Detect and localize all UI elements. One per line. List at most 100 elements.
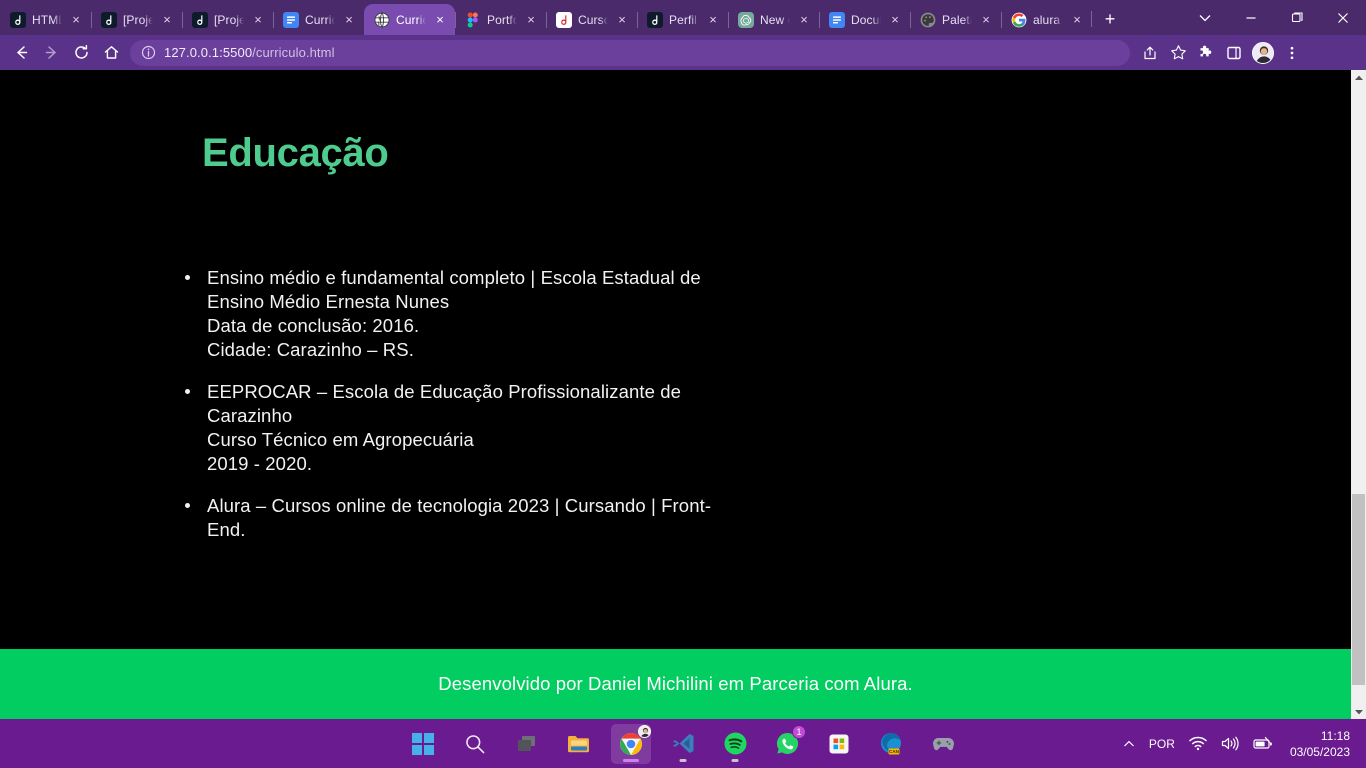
maximize-button[interactable] (1274, 0, 1320, 35)
alura-icon (10, 11, 26, 28)
clock-time: 11:18 (1320, 728, 1350, 743)
education-item-text: Ensino médio e fundamental completo | Es… (207, 267, 701, 360)
wifi-button[interactable] (1182, 719, 1214, 768)
tab-close-button[interactable]: × (978, 12, 994, 28)
browser-tab[interactable]: Perfil × (637, 4, 728, 35)
address-bar-text: 127.0.0.1:5500/curriculo.html (164, 45, 335, 60)
browser-tab[interactable]: [Projeto] × (182, 4, 273, 35)
tray-overflow-button[interactable] (1116, 719, 1142, 768)
folder-icon (568, 735, 589, 752)
start-button[interactable] (403, 724, 443, 764)
tab-close-button[interactable]: × (705, 12, 721, 28)
tab-close-button[interactable]: × (341, 12, 357, 28)
page-scrollbar[interactable] (1351, 70, 1366, 719)
google-docs-icon (283, 11, 299, 28)
clock[interactable]: 11:18 03/05/2023 (1280, 719, 1358, 768)
back-button[interactable] (6, 38, 36, 68)
edge-canary-button[interactable]: CAN (871, 724, 911, 764)
site-info-icon[interactable] (140, 45, 156, 61)
forward-button[interactable] (36, 38, 66, 68)
tab-close-button[interactable]: × (887, 12, 903, 28)
footer-text: Desenvolvido por Daniel Michilini em Par… (438, 673, 913, 694)
edge-canary-icon: CAN (881, 732, 901, 754)
browser-toolbar: 127.0.0.1:5500/curriculo.html (0, 35, 1366, 70)
windows-icon (412, 732, 434, 755)
minimize-button[interactable] (1228, 0, 1274, 35)
tab-close-button[interactable]: × (432, 12, 448, 28)
education-list-item: Ensino médio e fundamental completo | Es… (182, 266, 742, 362)
browser-tab[interactable]: Curriculo × (364, 4, 455, 35)
side-panel-button[interactable] (1220, 39, 1248, 67)
vscode-button[interactable] (663, 724, 703, 764)
chrome-button[interactable] (611, 723, 651, 764)
globe-icon (374, 12, 390, 27)
store-icon (829, 734, 849, 753)
whatsapp-badge: 1 (792, 724, 806, 739)
browser-tab[interactable]: HTML × (0, 4, 91, 35)
tab-close-button[interactable]: × (159, 12, 175, 28)
browser-tab[interactable]: alura × (1001, 4, 1092, 35)
scroll-up-button[interactable] (1351, 70, 1366, 85)
reload-button[interactable] (66, 38, 96, 68)
spotify-running-indicator (731, 758, 739, 762)
profile-avatar[interactable] (1252, 41, 1274, 64)
forward-arrow-icon (45, 46, 56, 59)
browser-tab[interactable]: Paleta × (910, 4, 1001, 35)
url-path: /curriculo.html (252, 45, 335, 60)
home-button[interactable] (96, 38, 126, 68)
browser-tab[interactable]: [Projeto] × (91, 4, 182, 35)
figma-icon (465, 12, 481, 28)
tab-divider (273, 12, 274, 28)
tab-close-button[interactable]: × (523, 12, 539, 28)
close-window-button[interactable] (1320, 0, 1366, 35)
scrollbar-thumb[interactable] (1352, 493, 1365, 686)
microsoft-store-button[interactable] (819, 724, 859, 764)
tab-close-button[interactable]: × (1069, 12, 1085, 28)
battery-icon (1253, 736, 1272, 749)
scrollbar-track[interactable] (1351, 85, 1366, 704)
info-circle-icon (141, 45, 155, 60)
task-view-button[interactable] (507, 724, 547, 764)
browser-tab[interactable]: Documento × (819, 4, 910, 35)
extensions-button[interactable] (1192, 39, 1220, 67)
tab-close-button[interactable]: × (614, 12, 630, 28)
whatsapp-button[interactable]: 1 (767, 724, 807, 764)
language-indicator[interactable]: POR (1142, 719, 1182, 768)
share-icon (1144, 46, 1156, 59)
alura-icon (10, 11, 26, 28)
tab-title: Paleta (942, 12, 972, 27)
file-explorer-button[interactable] (559, 724, 599, 764)
battery-button[interactable] (1246, 719, 1280, 768)
search-button[interactable] (455, 724, 495, 764)
window-controls (1182, 0, 1366, 35)
volume-button[interactable] (1214, 719, 1246, 768)
tab-close-button[interactable]: × (796, 12, 812, 28)
scroll-down-button[interactable] (1351, 704, 1366, 719)
education-item-text: EEPROCAR – Escola de Educação Profission… (207, 381, 682, 474)
close-icon (1338, 12, 1348, 23)
browser-tab[interactable]: Portfolio × (455, 4, 546, 35)
alura-icon (647, 11, 663, 28)
chrome-profile-badge (638, 724, 651, 738)
spotify-button[interactable] (715, 724, 755, 764)
tab-search-button[interactable] (1182, 0, 1228, 35)
tab-close-button[interactable]: × (68, 12, 84, 28)
page-footer: Desenvolvido por Daniel Michilini em Par… (0, 649, 1351, 719)
chrome-menu-button[interactable] (1278, 39, 1306, 67)
tab-title: [Projeto] (214, 12, 244, 27)
scroll-up-arrow-icon (1354, 75, 1363, 80)
kebab-menu-icon (1290, 46, 1294, 59)
tab-title: New chat (760, 12, 790, 27)
tab-title: Cursos (578, 12, 608, 27)
tab-close-button[interactable]: × (250, 12, 266, 28)
browser-tab[interactable]: New chat × (728, 4, 819, 35)
bookmark-button[interactable] (1164, 39, 1192, 67)
xbox-game-bar-button[interactable] (923, 724, 963, 764)
chatgpt-icon (738, 11, 754, 28)
google-icon (1011, 12, 1027, 27)
share-button[interactable] (1136, 39, 1164, 67)
new-tab-button[interactable]: + (1091, 5, 1124, 33)
browser-tab[interactable]: Cursos × (546, 4, 637, 35)
address-bar[interactable]: 127.0.0.1:5500/curriculo.html (130, 39, 1130, 66)
browser-tab[interactable]: Curriculo × (273, 4, 364, 35)
